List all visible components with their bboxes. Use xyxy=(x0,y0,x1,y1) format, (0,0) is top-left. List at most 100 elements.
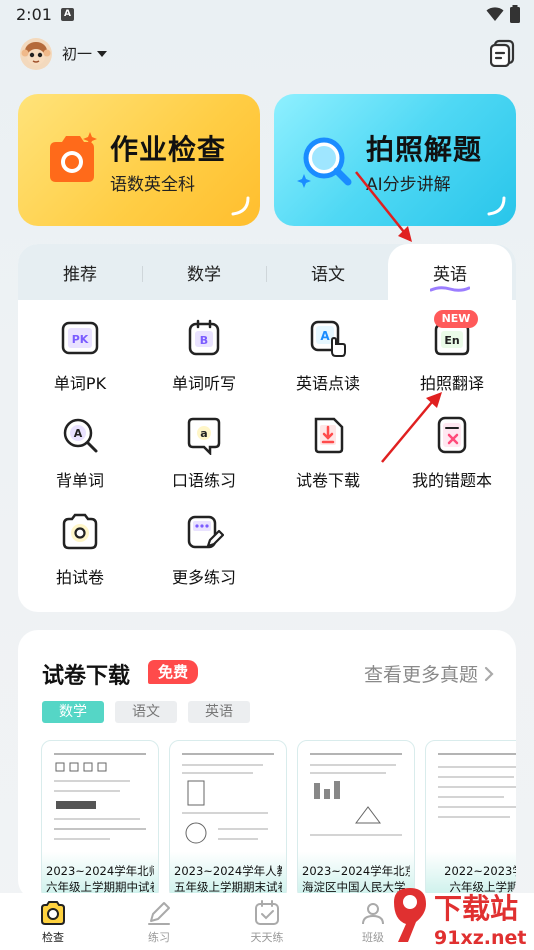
feature-photo-paper[interactable]: 拍试卷 xyxy=(18,506,142,598)
feature-word-pk[interactable]: PK 单词PK xyxy=(18,312,142,404)
svg-text:A: A xyxy=(74,427,83,440)
feature-label: 背单词 xyxy=(55,471,104,490)
svg-text:下载站: 下载站 xyxy=(434,892,518,925)
feature-mistake-book[interactable]: 我的错题本 xyxy=(390,409,514,501)
speaking-icon: a xyxy=(187,417,221,455)
grade-selector[interactable]: 初一 xyxy=(62,43,108,64)
caret-down-icon xyxy=(97,50,108,57)
notebook-icon[interactable] xyxy=(490,39,516,67)
battery-icon xyxy=(510,5,520,23)
dictation-icon: B xyxy=(188,319,220,356)
camera-icon xyxy=(41,901,65,925)
paper-title-line1: 2022~2023学 xyxy=(444,864,516,878)
photo-solve-card[interactable]: 拍照解题 AI分步讲解 xyxy=(274,94,516,226)
feature-word-dictation[interactable]: B 单词听写 xyxy=(142,312,266,404)
paper-title: 2023~2024学年人教版五年级上学期期末试卷 xyxy=(174,863,282,895)
app-header: 初一 xyxy=(0,34,534,74)
view-more-label: 查看更多真题 xyxy=(363,664,478,686)
paper-card[interactable]: 2023~2024学年北师版六年级上学期期中试卷 xyxy=(41,740,159,900)
subject-tabs: 推荐 数学 语文 英语 xyxy=(18,244,516,300)
free-badge: 免费 xyxy=(148,660,199,684)
paper-thumbnail xyxy=(310,753,402,836)
section-title: 试卷下载 xyxy=(42,664,131,689)
nav-daily[interactable]: 天天练 xyxy=(232,899,302,945)
camera-icon xyxy=(50,132,97,182)
nav-label: 天天练 xyxy=(250,931,284,944)
feature-speaking[interactable]: a 口语练习 xyxy=(142,409,266,501)
paper-title-line2: 五年级上学期期末试卷 xyxy=(174,880,282,894)
tab-recommend[interactable]: 推荐 xyxy=(18,244,142,300)
svg-text:PK: PK xyxy=(72,333,89,346)
paper-thumbnail xyxy=(438,753,516,818)
avatar[interactable] xyxy=(20,38,52,70)
feature-label: 更多练习 xyxy=(171,568,236,587)
paper-thumbnail xyxy=(54,753,146,840)
tab-active-squiggle-icon xyxy=(430,286,470,292)
tab-chinese[interactable]: 语文 xyxy=(266,244,390,300)
feature-more-practice[interactable]: 更多练习 xyxy=(142,506,266,598)
photo-card-subtitle: AI分步讲解 xyxy=(366,175,451,195)
exam-download-section: 试卷下载 免费 查看更多真题 数学 语文 英语 2023~2024学年北师版六年… xyxy=(18,630,516,900)
chevron-right-icon xyxy=(484,666,494,681)
feature-memorize-words[interactable]: A 背单词 xyxy=(18,409,142,501)
swoosh-icon xyxy=(487,196,506,216)
svg-text:91xz.net: 91xz.net xyxy=(434,927,526,949)
feature-label: 拍试卷 xyxy=(55,568,104,587)
tab-label: 推荐 xyxy=(63,265,97,285)
svg-text:a: a xyxy=(200,427,207,440)
notification-icon: A xyxy=(61,8,74,21)
feature-label: 单词听写 xyxy=(171,374,236,393)
feature-paper-download[interactable]: 试卷下载 xyxy=(266,409,390,501)
feature-label: 我的错题本 xyxy=(411,471,492,490)
class-icon xyxy=(362,903,384,925)
paper-title: 2023~2024学年北师版六年级上学期期中试卷 xyxy=(46,863,154,895)
paper-title-line1: 2023~2024学年北师版 xyxy=(46,864,154,878)
tab-label: 数学 xyxy=(187,265,221,285)
paper-title-line2: 六年级上学期期中试卷 xyxy=(46,880,154,894)
tab-english[interactable]: 英语 xyxy=(388,244,512,300)
photo-paper-icon xyxy=(62,513,98,550)
svg-text:En: En xyxy=(444,334,459,347)
new-badge: NEW xyxy=(434,310,478,328)
chip-english[interactable]: 英语 xyxy=(188,701,250,723)
feature-label: 英语点读 xyxy=(295,374,360,393)
photo-card-title: 拍照解题 xyxy=(366,133,483,166)
monkey-avatar-icon xyxy=(20,38,52,70)
paper-download-icon xyxy=(314,417,344,454)
view-more-link[interactable]: 查看更多真题 xyxy=(364,660,494,687)
wifi-icon xyxy=(486,7,504,21)
status-bar: 2:01 A xyxy=(0,0,534,30)
paper-title-line1: 2023~2024学年人教版 xyxy=(174,864,282,878)
paper-card[interactable]: 2022~2023学 六年级上学期 xyxy=(425,740,516,900)
nav-check[interactable]: 检查 xyxy=(18,899,88,945)
homework-check-card[interactable]: 作业检查 语数英全科 xyxy=(18,94,260,226)
paper-card[interactable]: 2023~2024学年北京市海淀区中国人民大学... xyxy=(297,740,415,900)
chip-chinese[interactable]: 语文 xyxy=(115,701,177,723)
word-memorize-icon: A xyxy=(63,418,98,453)
svg-text:B: B xyxy=(200,334,208,347)
tab-math[interactable]: 数学 xyxy=(142,244,266,300)
homework-card-title: 作业检查 xyxy=(110,133,227,166)
feature-point-read[interactable]: A 英语点读 xyxy=(266,312,390,404)
nav-practice[interactable]: 练习 xyxy=(124,899,194,945)
swoosh-icon xyxy=(231,196,250,216)
grade-label: 初一 xyxy=(62,45,93,63)
more-practice-icon xyxy=(187,515,224,549)
paper-thumbnail xyxy=(182,753,274,844)
pk-icon: PK xyxy=(61,321,99,355)
magnifier-icon xyxy=(297,137,352,188)
tab-label: 语文 xyxy=(311,265,345,285)
site-watermark-logo: 下载站 91xz.net xyxy=(394,888,526,949)
tab-label: 英语 xyxy=(433,265,467,285)
paper-title-line1: 2023~2024学年北京市 xyxy=(302,864,410,878)
nav-label: 练习 xyxy=(148,931,170,944)
calendar-check-icon xyxy=(255,900,279,925)
nav-label: 检查 xyxy=(42,931,64,944)
chip-math[interactable]: 数学 xyxy=(42,701,104,723)
paper-card[interactable]: 2023~2024学年人教版五年级上学期期末试卷 xyxy=(169,740,287,900)
annotation-arrowhead-tab xyxy=(398,226,412,242)
mistake-book-icon xyxy=(437,416,467,454)
feature-label: 拍照翻译 xyxy=(419,374,484,393)
feature-label: 单词PK xyxy=(53,374,107,393)
feature-label: 试卷下载 xyxy=(295,471,360,490)
